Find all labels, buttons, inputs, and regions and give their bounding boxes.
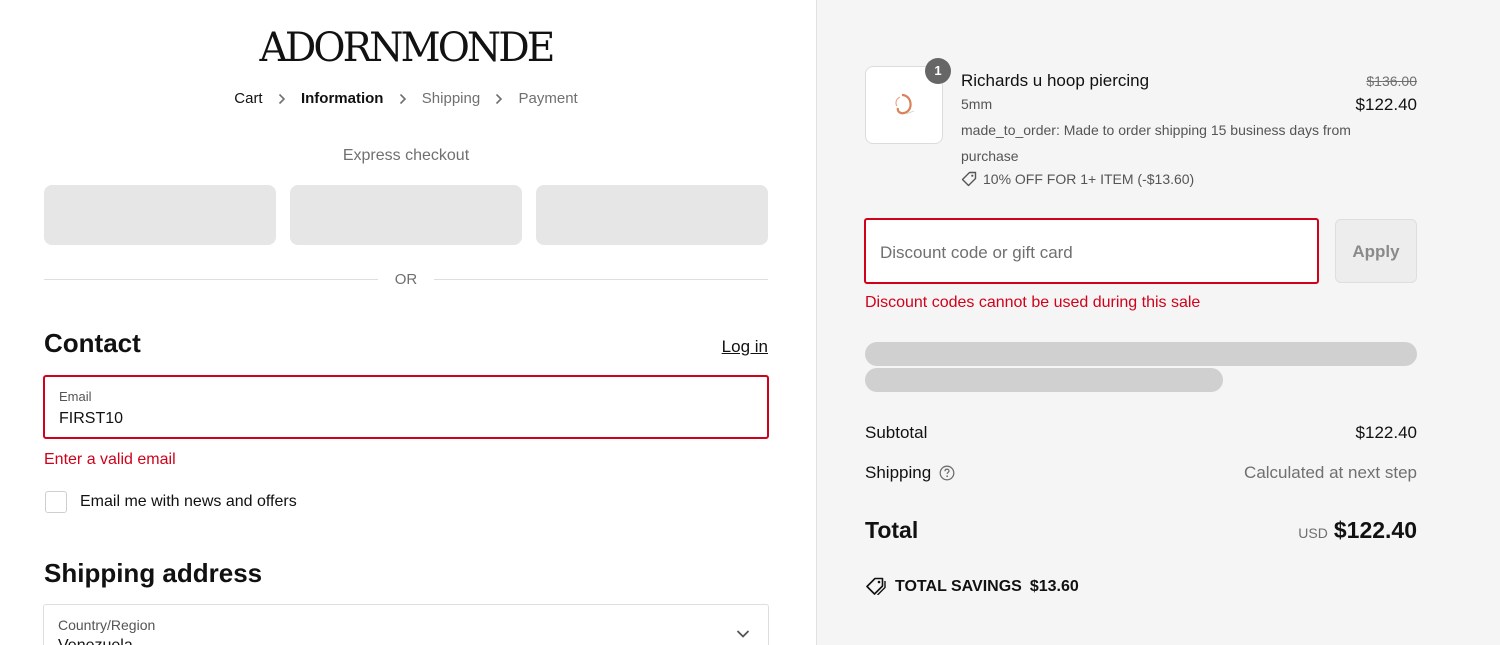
tag-icon bbox=[961, 171, 977, 187]
quantity-badge: 1 bbox=[925, 58, 951, 84]
shipping-value: Calculated at next step bbox=[1244, 463, 1417, 482]
country-region-value[interactable]: Venezuela bbox=[58, 636, 133, 645]
newsletter-checkbox[interactable] bbox=[45, 491, 67, 513]
breadcrumb-information: Information bbox=[300, 90, 384, 108]
product-current-price: $122.40 bbox=[1355, 95, 1417, 114]
chevron-down-icon[interactable] bbox=[736, 629, 750, 639]
express-checkout-title: Express checkout bbox=[342, 147, 470, 164]
discount-code-input[interactable]: Discount code or gift card bbox=[864, 218, 1319, 284]
product-original-price: $136.00 bbox=[1366, 73, 1417, 89]
checkout-main-column: ADORNMONDE Cart Information Shipping Pay… bbox=[0, 0, 816, 645]
product-discount-text: 10% OFF FOR 1+ ITEM (-$13.60) bbox=[983, 171, 1195, 187]
total-amount: $122.40 bbox=[1333, 517, 1417, 543]
total-savings-value: $13.60 bbox=[1029, 578, 1079, 595]
email-error-message: Enter a valid email bbox=[44, 451, 176, 468]
chevron-right-icon bbox=[278, 93, 286, 105]
subtotal-label: Subtotal bbox=[865, 423, 928, 442]
product-variant: 5mm bbox=[961, 96, 993, 112]
express-checkout-button-3[interactable] bbox=[536, 185, 768, 245]
country-region-label: Country/Region bbox=[58, 617, 156, 633]
shipping-address-heading: Shipping address bbox=[44, 558, 263, 588]
order-summary-panel: 1 Richards u hoop piercing 5mm made_to_o… bbox=[816, 0, 1500, 645]
total-savings: TOTAL SAVINGS $13.60 bbox=[865, 576, 1079, 598]
subtotal-value: $122.40 bbox=[1355, 423, 1417, 442]
shipping-label: Shipping bbox=[865, 463, 932, 482]
email-field-value[interactable]: FIRST10 bbox=[59, 409, 123, 429]
tag-icon bbox=[866, 577, 886, 596]
express-checkout-button-1[interactable] bbox=[44, 185, 276, 245]
total-label: Total bbox=[865, 517, 919, 543]
discount-error-message: Discount codes cannot be used during thi… bbox=[865, 294, 1201, 311]
product-shipping-note: made_to_order: Made to order shipping 15… bbox=[961, 122, 1351, 164]
total-price: USD $122.40 bbox=[1117, 516, 1417, 548]
or-label: OR bbox=[382, 271, 430, 288]
loading-skeleton-bar bbox=[865, 342, 1417, 366]
discount-code-placeholder: Discount code or gift card bbox=[880, 243, 1073, 262]
brand-logo[interactable]: ADORNMONDE bbox=[8, 26, 804, 70]
express-checkout-button-2[interactable] bbox=[290, 185, 522, 245]
country-region-select[interactable]: Country/Region Venezuela bbox=[43, 604, 769, 645]
breadcrumb-cart-link[interactable]: Cart bbox=[234, 89, 262, 109]
total-currency: USD bbox=[1298, 525, 1328, 541]
product-name: Richards u hoop piercing bbox=[961, 71, 1150, 90]
help-icon[interactable] bbox=[939, 465, 955, 481]
email-field[interactable]: Email FIRST10 bbox=[43, 375, 769, 439]
chevron-right-icon bbox=[495, 93, 503, 105]
login-link[interactable]: Log in bbox=[700, 336, 768, 358]
breadcrumb-payment: Payment bbox=[518, 90, 578, 108]
newsletter-checkbox-label[interactable]: Email me with news and offers bbox=[80, 492, 297, 512]
apply-discount-button[interactable]: Apply bbox=[1335, 219, 1417, 283]
breadcrumb: Cart Information Shipping Payment bbox=[0, 89, 812, 109]
chevron-right-icon bbox=[399, 93, 407, 105]
contact-heading: Contact bbox=[44, 328, 141, 358]
breadcrumb-shipping: Shipping bbox=[421, 90, 481, 108]
email-field-label: Email bbox=[59, 389, 92, 404]
loading-skeleton-bar bbox=[865, 368, 1223, 392]
product-discount-line: 10% OFF FOR 1+ ITEM (-$13.60) bbox=[961, 170, 1194, 188]
total-savings-label: TOTAL SAVINGS bbox=[895, 578, 1022, 595]
or-divider: OR bbox=[44, 270, 768, 290]
